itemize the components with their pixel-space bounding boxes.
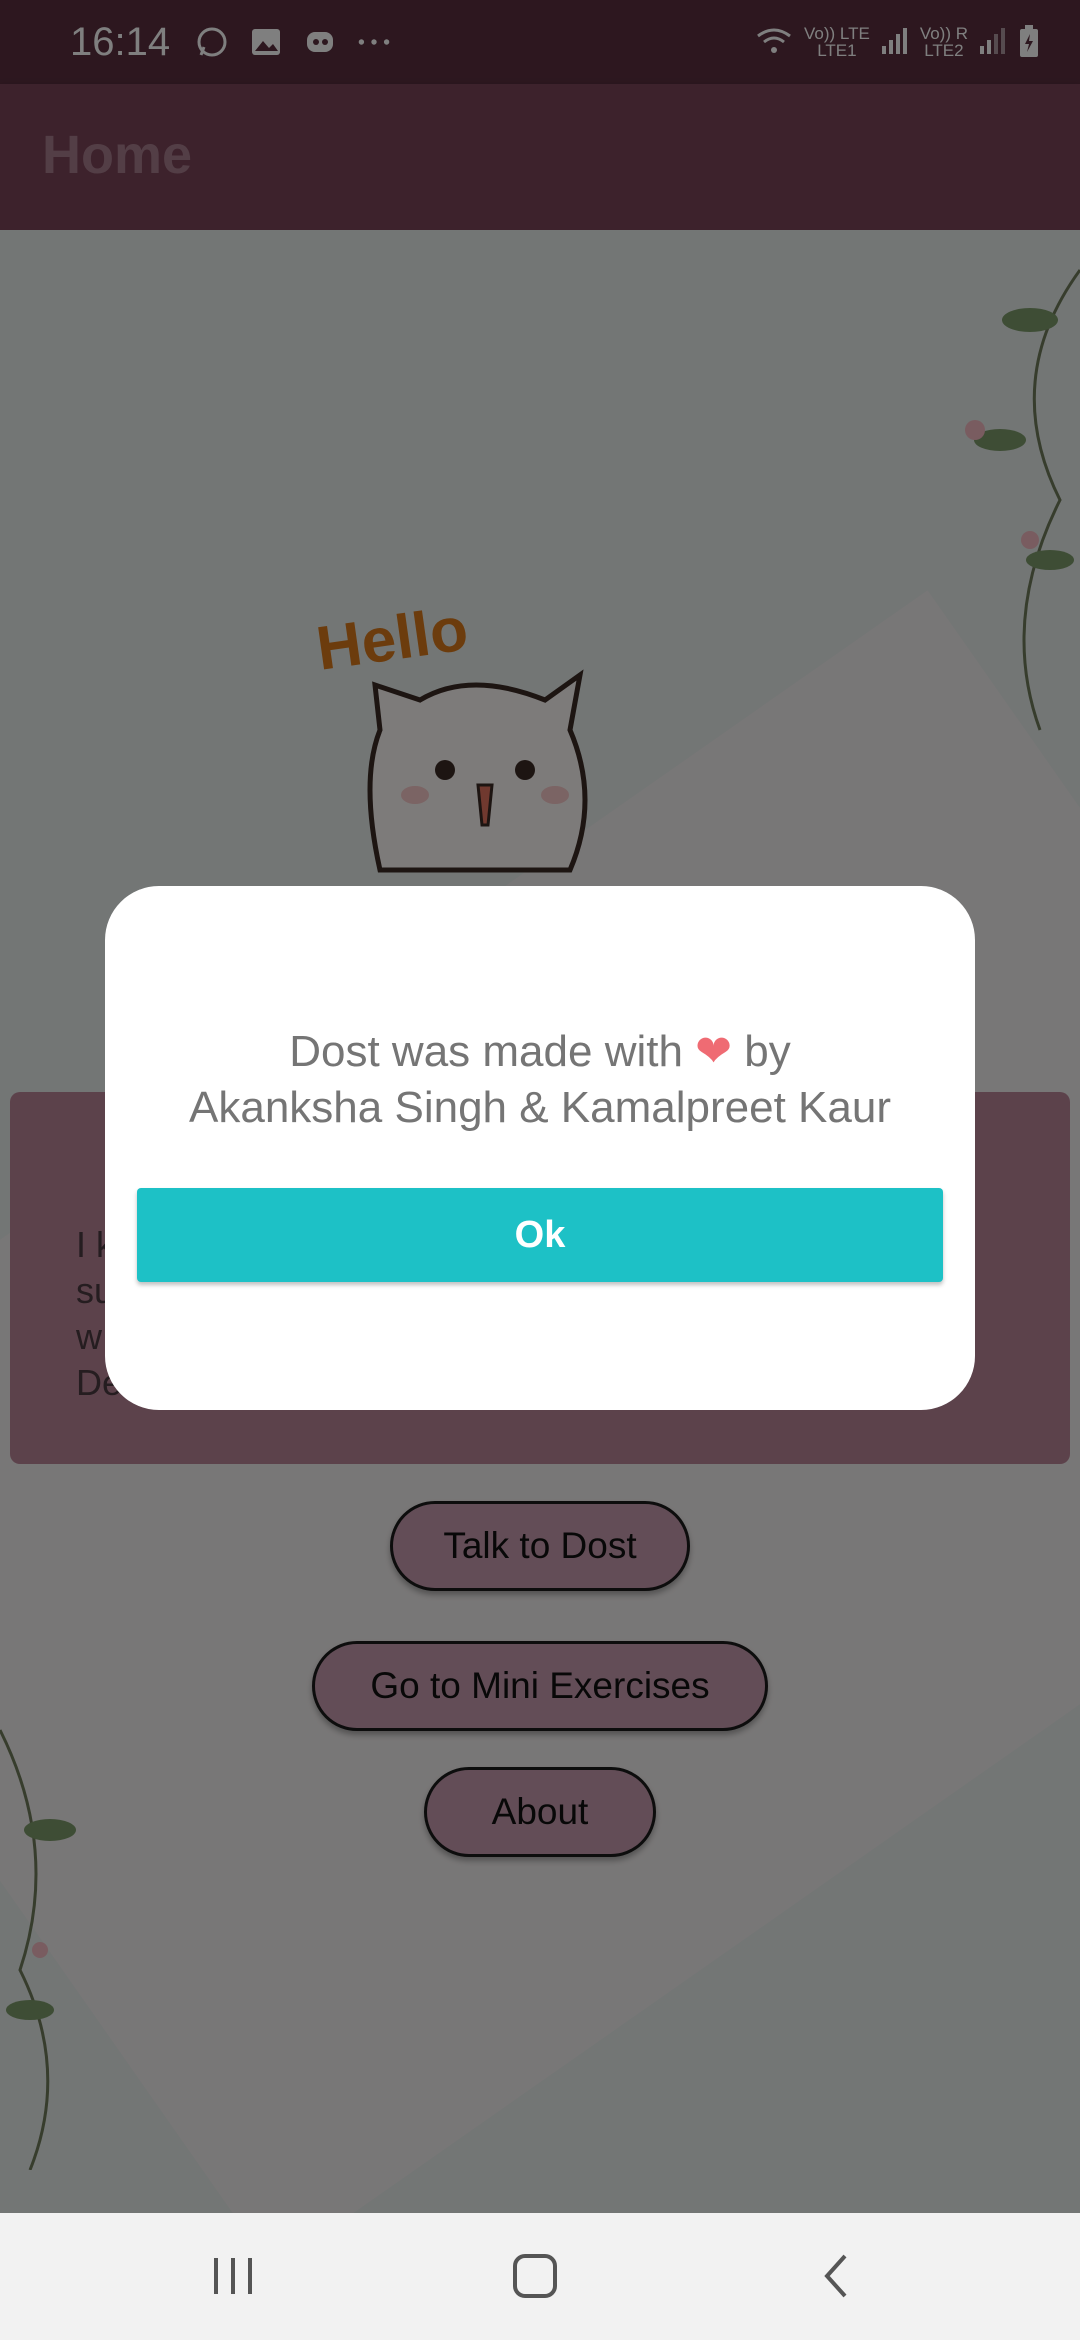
- ok-button[interactable]: Ok: [137, 1188, 943, 1282]
- dialog-message-part1: Dost was made with: [289, 1027, 683, 1076]
- navigation-bar: [0, 2213, 1080, 2340]
- heart-icon: ❤: [695, 1027, 733, 1076]
- home-icon[interactable]: [490, 2241, 580, 2311]
- back-icon[interactable]: [792, 2241, 882, 2311]
- dialog-message: Dost was made with ❤ by Akanksha Singh &…: [137, 1024, 943, 1136]
- recent-apps-icon[interactable]: [188, 2241, 278, 2311]
- dialog-message-part2: by: [744, 1027, 791, 1076]
- dialog-message-authors: Akanksha Singh & Kamalpreet Kaur: [189, 1083, 891, 1132]
- about-dialog: Dost was made with ❤ by Akanksha Singh &…: [105, 886, 975, 1410]
